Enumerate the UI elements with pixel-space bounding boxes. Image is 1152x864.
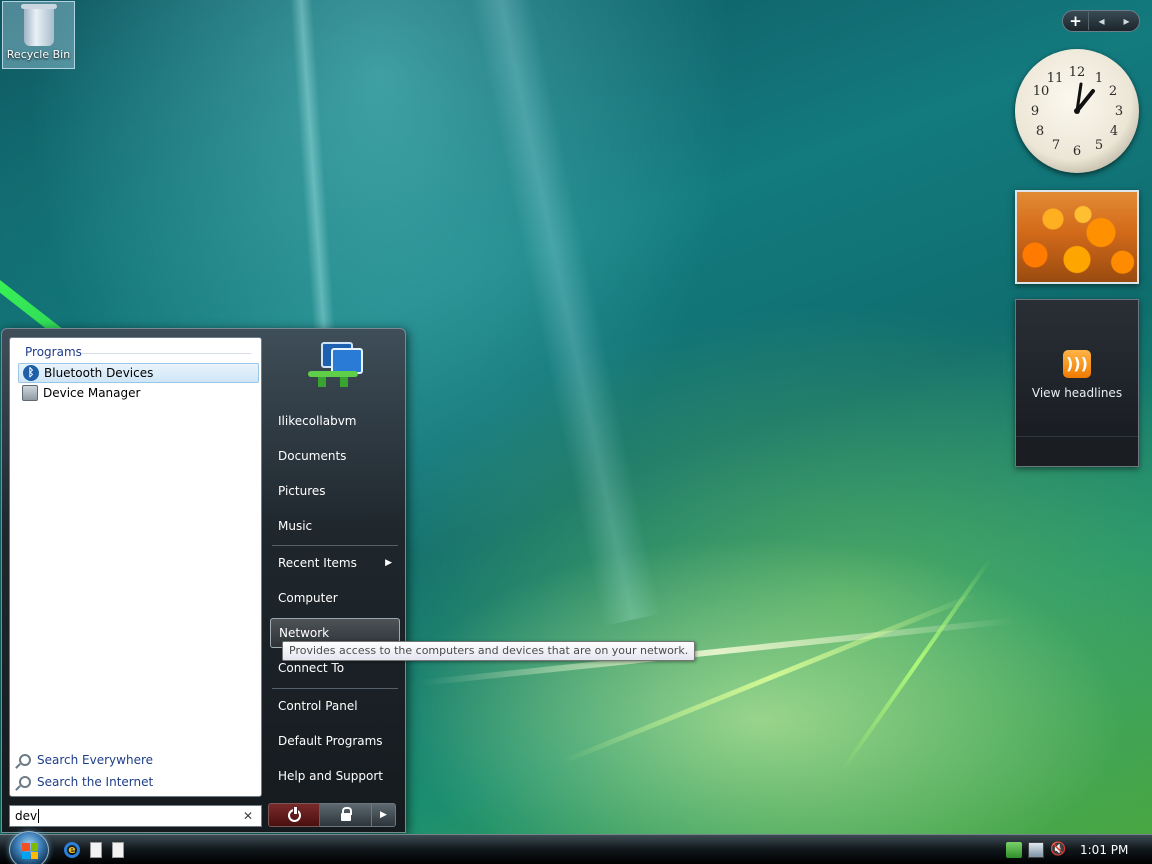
network-user-picture-icon <box>300 337 370 397</box>
recent-items-label: Recent Items <box>278 556 357 570</box>
search-everywhere-label: Search Everywhere <box>37 753 153 767</box>
taskbar-clock[interactable]: 1:01 PM <box>1080 843 1128 857</box>
programs-header: Programs <box>25 345 82 359</box>
recycle-bin-desktop-icon[interactable]: Recycle Bin <box>2 1 75 69</box>
help-and-support-label: Help and Support <box>278 769 383 783</box>
volume-muted-icon[interactable]: 🔇 <box>1050 842 1066 858</box>
programs-divider <box>82 353 251 354</box>
start-menu: Programs ᛒ Bluetooth Devices Device Mana… <box>1 328 406 833</box>
computer-label: Computer <box>278 591 338 605</box>
start-menu-places-pane: Ilikecollabvm Documents Pictures Music R… <box>268 329 403 799</box>
places-divider <box>272 688 398 689</box>
search-internet-link[interactable]: Search the Internet <box>19 775 153 789</box>
power-controls: ▶ <box>268 803 396 827</box>
power-icon <box>287 806 301 822</box>
feed-headlines-label: View headlines <box>1031 386 1123 400</box>
user-folder-label: Ilikecollabvm <box>278 414 357 428</box>
previous-gadgets-icon[interactable]: ◂ <box>1089 14 1114 28</box>
default-programs-item[interactable]: Default Programs <box>270 726 400 756</box>
clock-number-9: 9 <box>1031 104 1039 119</box>
program-label: Device Manager <box>43 386 141 400</box>
clock-number-6: 6 <box>1073 144 1081 159</box>
start-menu-programs-pane: Programs ᛒ Bluetooth Devices Device Mana… <box>9 337 262 797</box>
lock-icon <box>340 807 352 821</box>
notification-area: 🔇 1:01 PM <box>1000 835 1152 864</box>
rss-icon: ))) <box>1063 350 1091 378</box>
search-query-text: dev <box>15 809 38 823</box>
add-gadget-button[interactable]: + <box>1063 12 1089 30</box>
shutdown-options-button[interactable]: ▶ <box>372 803 396 827</box>
submenu-arrow-icon: ▶ <box>385 558 392 568</box>
recycle-bin-label: Recycle Bin <box>6 48 71 61</box>
music-item[interactable]: Music <box>270 511 400 541</box>
feed-footer <box>1016 436 1138 466</box>
pictures-label: Pictures <box>278 484 326 498</box>
clock-number-1: 1 <box>1095 71 1103 86</box>
clock-number-4: 4 <box>1110 124 1118 139</box>
search-icon <box>19 776 31 788</box>
control-panel-label: Control Panel <box>278 699 358 713</box>
arrow-right-icon: ▶ <box>380 810 387 820</box>
pictures-item[interactable]: Pictures <box>270 476 400 506</box>
recent-items-item[interactable]: Recent Items ▶ <box>270 548 400 578</box>
internet-explorer-icon[interactable]: e <box>64 842 80 858</box>
network-tooltip: Provides access to the computers and dev… <box>282 641 696 661</box>
default-programs-label: Default Programs <box>278 734 383 748</box>
clock-number-2: 2 <box>1109 84 1117 99</box>
user-folder-item[interactable]: Ilikecollabvm <box>270 406 400 436</box>
help-and-support-item[interactable]: Help and Support <box>270 761 400 791</box>
program-bluetooth-devices[interactable]: ᛒ Bluetooth Devices <box>18 363 259 383</box>
clear-search-icon[interactable]: ✕ <box>243 809 253 823</box>
network-status-icon[interactable] <box>1028 842 1044 858</box>
next-gadgets-icon[interactable]: ▸ <box>1114 14 1139 28</box>
search-internet-label: Search the Internet <box>37 775 154 789</box>
control-panel-item[interactable]: Control Panel <box>270 691 400 721</box>
clock-center <box>1074 108 1080 114</box>
clock-face: 12 1 2 3 4 5 6 7 8 9 10 11 <box>1031 65 1123 159</box>
recycle-bin-icon <box>20 4 57 46</box>
slideshow-gadget[interactable] <box>1015 190 1139 284</box>
bluetooth-icon: ᛒ <box>23 365 39 381</box>
power-button[interactable] <box>268 803 320 827</box>
quick-launch-document-icon[interactable] <box>112 842 124 858</box>
program-device-manager[interactable]: Device Manager <box>18 383 259 403</box>
clock-number-10: 10 <box>1033 84 1050 99</box>
network-label: Network <box>279 626 330 640</box>
clock-number-11: 11 <box>1047 71 1064 86</box>
taskbar: e 🔇 1:01 PM <box>0 831 1152 864</box>
computer-item[interactable]: Computer <box>270 583 400 613</box>
documents-label: Documents <box>278 449 347 463</box>
start-search-input[interactable]: dev ✕ <box>9 805 262 827</box>
connect-to-label: Connect To <box>278 661 345 675</box>
start-button[interactable] <box>9 831 49 864</box>
clock-number-8: 8 <box>1036 124 1044 139</box>
sidebar-controls: + ◂ ▸ <box>1062 10 1140 32</box>
windows-logo-icon <box>22 843 38 859</box>
search-everywhere-link[interactable]: Search Everywhere <box>19 753 153 767</box>
program-label: Bluetooth Devices <box>44 366 154 380</box>
feed-headlines-gadget[interactable]: ))) View headlines <box>1015 299 1139 467</box>
clock-number-5: 5 <box>1095 138 1103 153</box>
music-label: Music <box>278 519 313 533</box>
clock-gadget[interactable]: 12 1 2 3 4 5 6 7 8 9 10 11 <box>1015 49 1139 173</box>
text-caret <box>38 809 40 823</box>
clock-number-12: 12 <box>1069 65 1086 80</box>
device-manager-icon <box>22 385 38 401</box>
security-center-icon[interactable] <box>1006 842 1022 858</box>
clock-number-7: 7 <box>1052 138 1060 153</box>
places-divider <box>272 545 398 546</box>
documents-item[interactable]: Documents <box>270 441 400 471</box>
lock-button[interactable] <box>320 803 372 827</box>
search-icon <box>19 754 31 766</box>
quick-launch-document-icon[interactable] <box>90 842 102 858</box>
clock-number-3: 3 <box>1115 104 1123 119</box>
